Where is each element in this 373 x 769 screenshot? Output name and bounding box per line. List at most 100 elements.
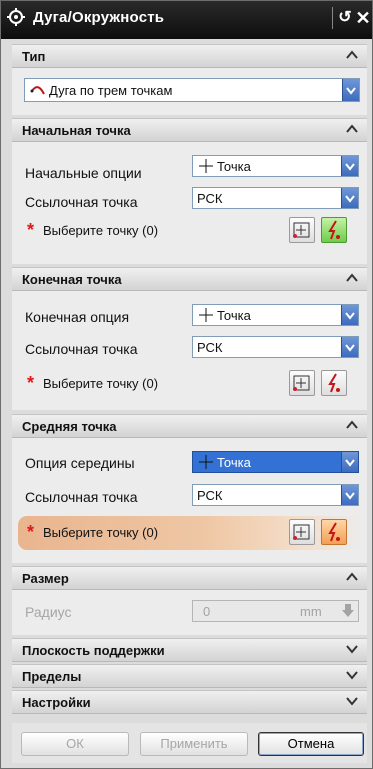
section-title: Средняя точка [22, 419, 117, 434]
section-header-start[interactable]: Начальная точка [12, 118, 367, 142]
plus-point-icon [199, 159, 213, 173]
select-label: Выберите точку (0) [43, 376, 159, 391]
inferred-point-button[interactable] [321, 370, 347, 396]
section-header-mid[interactable]: Средняя точка [12, 414, 367, 438]
combo-value: Дуга по трем точкам [49, 83, 173, 98]
section-title: Настройки [22, 695, 91, 710]
required-asterisk: * [27, 220, 35, 240]
combo-value: РСК [197, 191, 223, 206]
point-constructor-icon [293, 524, 310, 540]
radius-unit: mm [300, 604, 322, 619]
section-header-type[interactable]: Тип [12, 44, 367, 68]
point-dialog-button[interactable] [289, 519, 315, 545]
mid-ref-label: Ссылочная точка [25, 489, 138, 505]
inferred-point-icon [328, 373, 340, 393]
section-title: Тип [22, 49, 46, 64]
combo-arrow[interactable] [341, 452, 358, 472]
mid-option-label: Опция середины [25, 455, 135, 471]
combo-arrow[interactable] [342, 79, 359, 101]
start-select-point[interactable]: * Выберите точку (0) [18, 214, 362, 248]
section-body-end: Конечная опция Точка Ссылочная точка РСК… [12, 291, 367, 410]
title-separator [332, 7, 333, 29]
radius-value: 0 [203, 604, 211, 619]
combo-arrow[interactable] [341, 305, 358, 325]
section-header-end[interactable]: Конечная точка [12, 267, 367, 291]
section-header-support-plane[interactable]: Плоскость поддержки [12, 638, 367, 662]
chevron-down-icon [345, 344, 355, 352]
combo-value: Точка [217, 455, 251, 470]
plus-point-icon [199, 308, 213, 322]
section-body-start: Начальные опции Точка Ссылочная точка РС… [12, 142, 367, 264]
plus-point-icon [199, 455, 213, 469]
arc-circle-dialog: Дуга/Окружность ↺ ✕ Тип Дуга по трем точ… [0, 0, 373, 769]
chevron-down-icon [346, 87, 356, 95]
mid-option-combo[interactable]: Точка [192, 451, 359, 473]
cancel-button[interactable]: Отмена [258, 732, 364, 756]
section-body-type: Дуга по трем точкам [12, 68, 367, 115]
section-title: Начальная точка [22, 123, 131, 138]
chevron-down-icon[interactable] [345, 642, 359, 656]
section-header-limits[interactable]: Пределы [12, 664, 367, 688]
chevron-down-icon [345, 195, 355, 203]
section-title: Размер [22, 571, 69, 586]
reset-icon[interactable]: ↺ [337, 7, 353, 29]
combo-arrow[interactable] [341, 485, 358, 505]
chevron-down-icon [345, 312, 355, 320]
ok-button[interactable]: ОК [21, 732, 129, 756]
radius-input[interactable]: 0 mm [192, 600, 359, 622]
chevron-up-icon[interactable] [345, 570, 359, 584]
chevron-up-icon[interactable] [345, 48, 359, 62]
required-asterisk: * [27, 373, 35, 393]
type-combo[interactable]: Дуга по трем точкам [24, 78, 360, 102]
chevron-up-icon[interactable] [345, 418, 359, 432]
combo-arrow[interactable] [341, 156, 358, 176]
point-constructor-icon [293, 222, 310, 238]
end-option-combo[interactable]: Точка [192, 304, 359, 326]
select-label: Выберите точку (0) [43, 223, 159, 238]
combo-arrow[interactable] [341, 188, 358, 208]
arrow-down-icon[interactable] [341, 603, 355, 619]
window-title: Дуга/Окружность [33, 9, 165, 26]
section-header-settings[interactable]: Настройки [12, 690, 367, 714]
chevron-down-icon [345, 459, 355, 467]
chevron-down-icon [345, 492, 355, 500]
inferred-point-button[interactable] [321, 217, 347, 243]
dialog-buttons: ОК Применить Отмена [12, 723, 367, 763]
chevron-up-icon[interactable] [345, 122, 359, 136]
radius-label: Радиус [25, 604, 72, 620]
section-body-mid: Опция середины Точка Ссылочная точка РСК… [12, 438, 367, 563]
close-icon[interactable]: ✕ [355, 7, 371, 29]
title-bar: Дуга/Окружность ↺ ✕ [1, 1, 372, 39]
chevron-down-icon [345, 163, 355, 171]
combo-value: РСК [197, 488, 223, 503]
end-ref-label: Ссылочная точка [25, 341, 138, 357]
select-label: Выберите точку (0) [43, 525, 159, 540]
combo-arrow[interactable] [341, 337, 358, 357]
end-select-point[interactable]: * Выберите точку (0) [18, 367, 362, 401]
mid-ref-combo[interactable]: РСК [192, 484, 359, 506]
mid-select-point[interactable]: * Выберите точку (0) [18, 516, 362, 550]
start-ref-combo[interactable]: РСК [192, 187, 359, 209]
start-option-label: Начальные опции [25, 165, 142, 181]
combo-value: Точка [217, 159, 251, 174]
section-header-size[interactable]: Размер [12, 566, 367, 590]
inferred-point-button[interactable] [321, 519, 347, 545]
point-dialog-button[interactable] [289, 370, 315, 396]
combo-value: РСК [197, 340, 223, 355]
apply-button[interactable]: Применить [140, 732, 248, 756]
end-ref-combo[interactable]: РСК [192, 336, 359, 358]
end-option-label: Конечная опция [25, 309, 130, 325]
gear-icon[interactable] [7, 8, 25, 26]
point-constructor-icon [293, 375, 310, 391]
chevron-down-icon[interactable] [345, 668, 359, 682]
chevron-up-icon[interactable] [345, 271, 359, 285]
start-option-combo[interactable]: Точка [192, 155, 359, 177]
inferred-point-icon [328, 220, 340, 240]
section-title: Пределы [22, 669, 82, 684]
arc-three-points-icon [30, 86, 45, 95]
required-asterisk: * [27, 522, 35, 542]
point-dialog-button[interactable] [289, 217, 315, 243]
combo-value: Точка [217, 308, 251, 323]
chevron-down-icon[interactable] [345, 694, 359, 708]
start-ref-label: Ссылочная точка [25, 194, 138, 210]
